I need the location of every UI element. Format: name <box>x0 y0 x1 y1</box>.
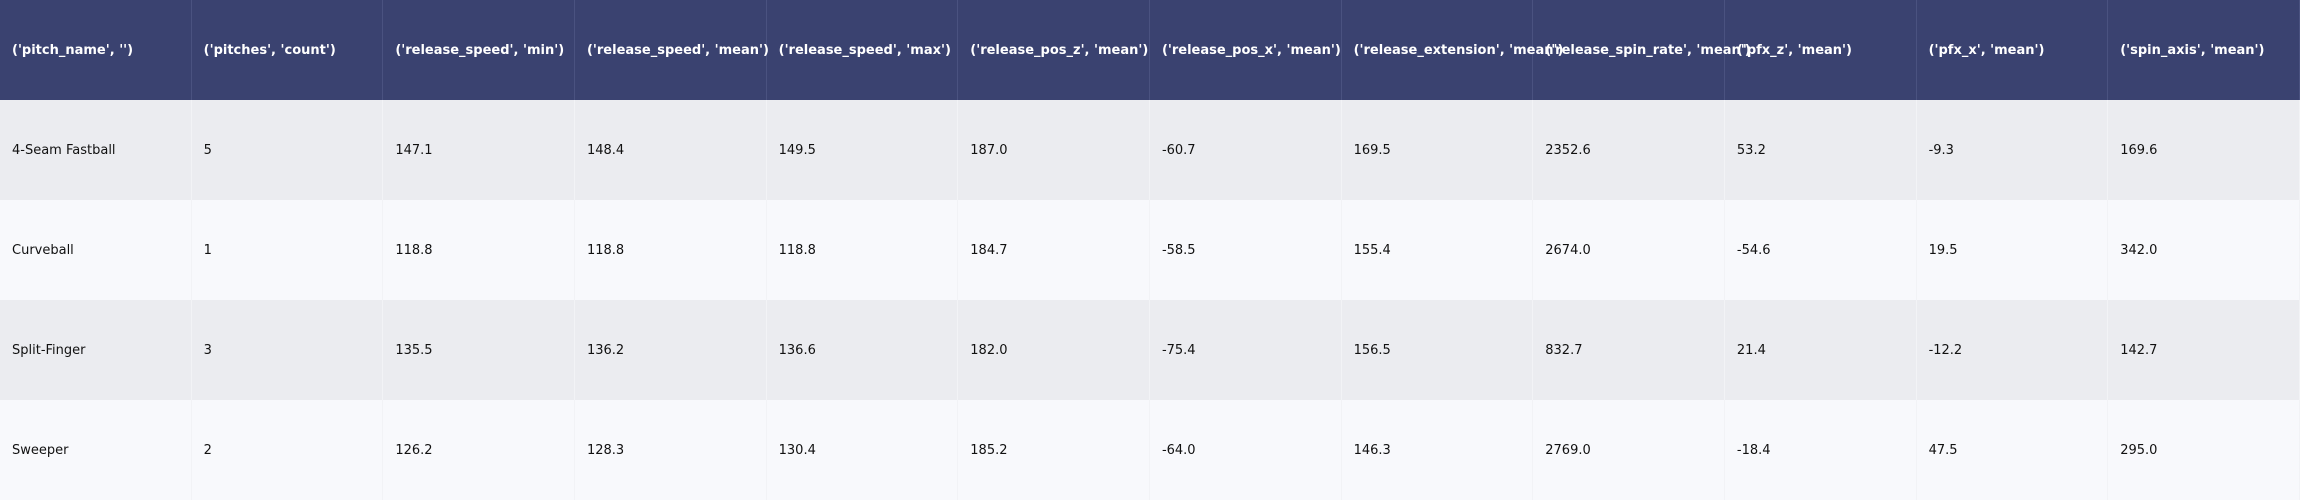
table-cell: 19.5 <box>1917 200 2109 300</box>
table-cell: 2674.0 <box>1533 200 1725 300</box>
table-cell: 135.5 <box>383 300 575 400</box>
column-header: ('pfx_z', 'mean') <box>1725 0 1917 100</box>
table-cell: -64.0 <box>1150 400 1342 500</box>
table-cell: 155.4 <box>1342 200 1534 300</box>
table-row: 4-Seam Fastball 5 147.1 148.4 149.5 187.… <box>0 100 2300 200</box>
table-cell: 148.4 <box>575 100 767 200</box>
table-cell: 342.0 <box>2108 200 2300 300</box>
table-cell: 128.3 <box>575 400 767 500</box>
table-cell: 142.7 <box>2108 300 2300 400</box>
table-cell: 130.4 <box>767 400 959 500</box>
table-cell: 47.5 <box>1917 400 2109 500</box>
table-cell: 136.2 <box>575 300 767 400</box>
table-cell: 2352.6 <box>1533 100 1725 200</box>
table-cell: -9.3 <box>1917 100 2109 200</box>
table-cell: 3 <box>192 300 384 400</box>
table-cell: 118.8 <box>575 200 767 300</box>
column-header: ('release_pos_z', 'mean') <box>958 0 1150 100</box>
table-cell: 5 <box>192 100 384 200</box>
table-cell: Sweeper <box>0 400 192 500</box>
table-cell: 169.5 <box>1342 100 1534 200</box>
table-cell: 126.2 <box>383 400 575 500</box>
column-header: ('release_speed', 'mean') <box>575 0 769 100</box>
table-cell: 21.4 <box>1725 300 1917 400</box>
table-cell: -12.2 <box>1917 300 2109 400</box>
table-cell: 4-Seam Fastball <box>0 100 192 200</box>
table-cell: 147.1 <box>383 100 575 200</box>
column-header: ('pitch_name', '') <box>0 0 192 100</box>
column-header: ('release_extension', 'mean') <box>1342 0 1563 100</box>
table-cell: 1 <box>192 200 384 300</box>
table-cell: 156.5 <box>1342 300 1534 400</box>
table-cell: -75.4 <box>1150 300 1342 400</box>
table-cell: -18.4 <box>1725 400 1917 500</box>
table-cell: Curveball <box>0 200 192 300</box>
column-header: ('pfx_x', 'mean') <box>1917 0 2109 100</box>
table-cell: 118.8 <box>767 200 959 300</box>
column-header: ('release_spin_rate', 'mean') <box>1533 0 1751 100</box>
table-cell: 146.3 <box>1342 400 1534 500</box>
column-header: ('spin_axis', 'mean') <box>2108 0 2300 100</box>
pitch-stats-table: ('pitch_name', '') ('pitches', 'count') … <box>0 0 2300 500</box>
table-cell: 53.2 <box>1725 100 1917 200</box>
table-row: Curveball 1 118.8 118.8 118.8 184.7 -58.… <box>0 200 2300 300</box>
table-cell: 295.0 <box>2108 400 2300 500</box>
table-cell: 2 <box>192 400 384 500</box>
table-cell: 184.7 <box>958 200 1150 300</box>
table-cell: 187.0 <box>958 100 1150 200</box>
table-cell: -58.5 <box>1150 200 1342 300</box>
table-cell: 169.6 <box>2108 100 2300 200</box>
column-header: ('release_speed', 'min') <box>383 0 575 100</box>
table-cell: Split-Finger <box>0 300 192 400</box>
table-cell: 182.0 <box>958 300 1150 400</box>
column-header: ('pitches', 'count') <box>192 0 384 100</box>
table-row: Split-Finger 3 135.5 136.2 136.6 182.0 -… <box>0 300 2300 400</box>
table-cell: -60.7 <box>1150 100 1342 200</box>
table-row: Sweeper 2 126.2 128.3 130.4 185.2 -64.0 … <box>0 400 2300 500</box>
table-cell: 2769.0 <box>1533 400 1725 500</box>
table-header-row: ('pitch_name', '') ('pitches', 'count') … <box>0 0 2300 101</box>
table-cell: 136.6 <box>767 300 959 400</box>
table-cell: 185.2 <box>958 400 1150 500</box>
table-cell: 118.8 <box>383 200 575 300</box>
table-cell: 149.5 <box>767 100 959 200</box>
table-cell: 832.7 <box>1533 300 1725 400</box>
table-cell: -54.6 <box>1725 200 1917 300</box>
column-header: ('release_pos_x', 'mean') <box>1150 0 1342 100</box>
column-header: ('release_speed', 'max') <box>767 0 959 100</box>
